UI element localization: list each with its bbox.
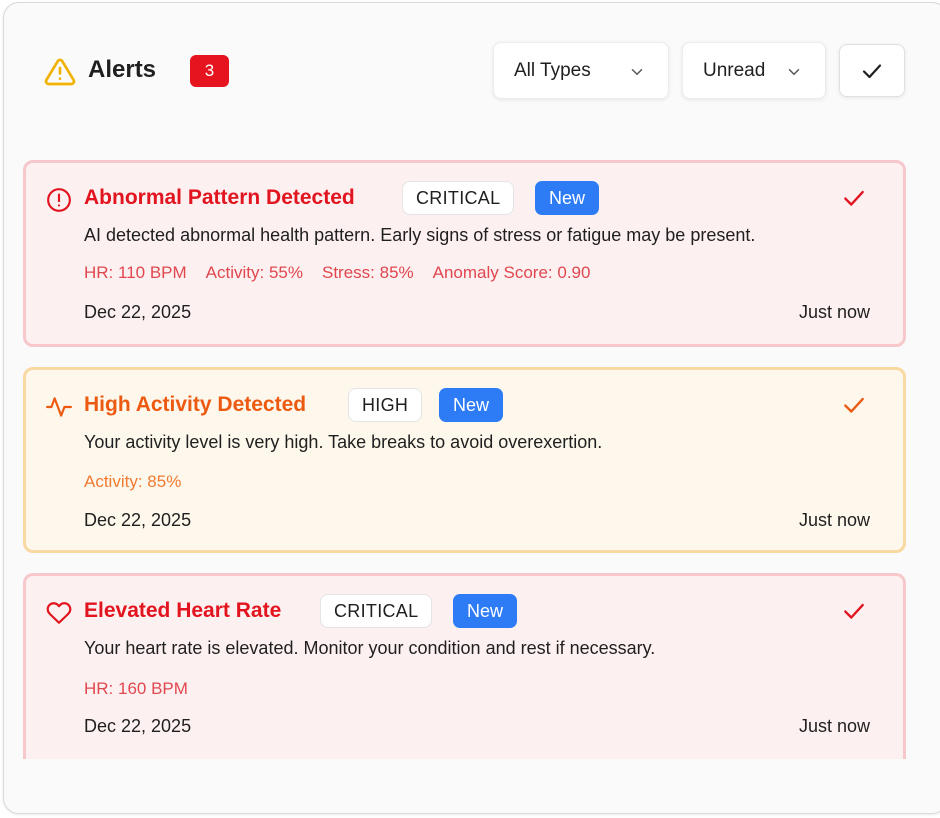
alert-time: Just now xyxy=(798,510,870,530)
alert-metrics: HR: 110 BPM Activity: 55% Stress: 85% An… xyxy=(84,263,590,283)
alert-date: Dec 22, 2025 xyxy=(84,510,192,530)
alert-metrics: HR: 160 BPM xyxy=(84,679,188,699)
alert-date: Dec 22, 2025 xyxy=(84,716,192,736)
alert-circle-icon xyxy=(47,188,71,212)
alert-title: High Activity Detected xyxy=(84,393,307,416)
alert-message: Your heart rate is elevated. Monitor you… xyxy=(84,638,656,658)
alert-time: Just now xyxy=(798,302,870,322)
alert-date: Dec 22, 2025 xyxy=(84,302,192,322)
alert-card[interactable]: Abnormal Pattern Detected CRITICAL New A… xyxy=(23,160,906,347)
mark-read-check-icon[interactable] xyxy=(841,392,867,418)
alert-title: Abnormal Pattern Detected xyxy=(84,186,355,209)
alert-list: Abnormal Pattern Detected CRITICAL New A… xyxy=(4,3,940,813)
new-badge: New xyxy=(535,181,600,215)
alert-time: Just now xyxy=(798,716,870,736)
alert-metrics: Activity: 85% xyxy=(84,472,181,492)
alerts-panel: Alerts 3 All Types Unread Abnormal Patte… xyxy=(3,2,940,814)
activity-icon xyxy=(46,397,72,417)
alert-title: Elevated Heart Rate xyxy=(84,599,282,622)
alert-card[interactable]: Elevated Heart Rate CRITICAL New Your he… xyxy=(23,573,906,759)
metric-anomaly-score: Anomaly Score: 0.90 xyxy=(432,263,591,282)
metric-hr: HR: 160 BPM xyxy=(84,679,188,698)
metric-hr: HR: 110 BPM xyxy=(84,263,187,282)
new-badge: New xyxy=(439,388,504,422)
severity-badge: HIGH xyxy=(348,388,423,422)
alert-card[interactable]: High Activity Detected HIGH New Your act… xyxy=(23,367,906,553)
metric-activity: Activity: 85% xyxy=(84,472,182,491)
mark-read-check-icon[interactable] xyxy=(841,185,867,211)
alert-message: Your activity level is very high. Take b… xyxy=(84,432,603,452)
metric-activity: Activity: 55% xyxy=(205,263,303,282)
heart-icon xyxy=(46,602,72,624)
new-badge: New xyxy=(453,594,518,628)
severity-badge: CRITICAL xyxy=(402,181,515,215)
mark-read-check-icon[interactable] xyxy=(841,598,867,624)
metric-stress: Stress: 85% xyxy=(321,263,414,282)
severity-badge: CRITICAL xyxy=(320,594,433,628)
alert-message: AI detected abnormal health pattern. Ear… xyxy=(84,225,756,245)
